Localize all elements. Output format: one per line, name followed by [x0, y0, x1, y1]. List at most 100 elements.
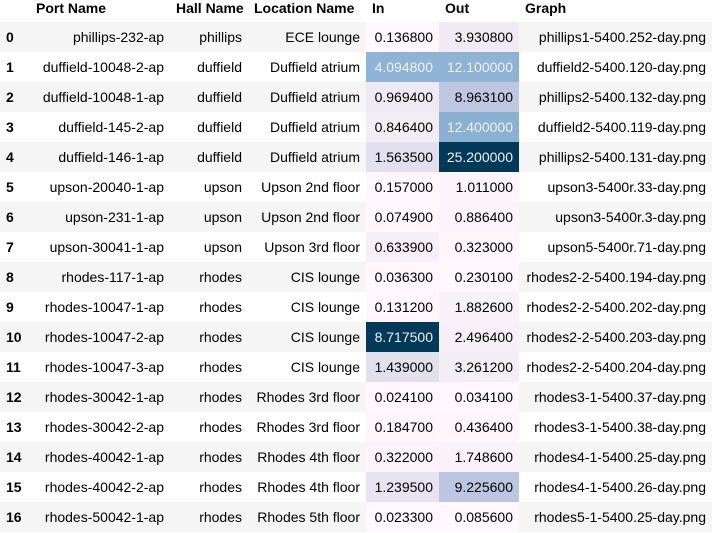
- location-name-cell: CIS lounge: [290, 299, 360, 315]
- hall-name-cell: duffield: [197, 89, 242, 105]
- table-header: Port Name Hall Name Location Name In Out…: [0, 0, 712, 22]
- table-row: 7 upson-30041-1-ap upson Upson 3rd floor 0.6…: [0, 232, 712, 262]
- hall-name-cell: duffield: [197, 59, 242, 75]
- header-hall-name: Hall Name: [176, 0, 244, 16]
- in-value-cell: 1.563500: [366, 142, 439, 172]
- location-name-cell: Duffield atrium: [269, 59, 360, 75]
- header-port-name: Port Name: [36, 0, 107, 16]
- hall-name-cell: rhodes: [199, 269, 242, 285]
- port-name-cell: rhodes-10047-2-ap: [44, 329, 164, 345]
- hall-name-cell: upson: [203, 179, 242, 195]
- graph-file-cell: rhodes4-1-5400.26-day.png: [534, 479, 706, 495]
- row-index-cell: 13: [6, 419, 22, 435]
- graph-file-cell: rhodes2-2-5400.202-day.png: [526, 299, 706, 315]
- out-value-cell: 1.882600: [439, 292, 519, 322]
- port-name-cell: duffield-10048-2-ap: [42, 59, 164, 75]
- row-index-cell: 8: [6, 269, 14, 285]
- in-value-cell: 1.239500: [366, 472, 439, 502]
- out-value-cell: 8.963100: [439, 82, 519, 112]
- hall-name-cell: rhodes: [199, 389, 242, 405]
- row-index-cell: 14: [6, 449, 22, 465]
- hall-name-cell: rhodes: [199, 299, 242, 315]
- port-name-cell: duffield-10048-1-ap: [42, 89, 164, 105]
- row-index-cell: 0: [6, 29, 14, 45]
- graph-file-cell: upson5-5400r.71-day.png: [547, 239, 706, 255]
- location-name-cell: CIS lounge: [290, 329, 360, 345]
- port-name-cell: rhodes-40042-1-ap: [44, 449, 164, 465]
- graph-file-cell: rhodes3-1-5400.37-day.png: [534, 389, 706, 405]
- port-name-cell: rhodes-50042-1-ap: [44, 509, 164, 525]
- location-name-cell: Rhodes 5th floor: [257, 509, 360, 525]
- row-index-cell: 6: [6, 209, 14, 225]
- in-value-cell: 0.136800: [366, 22, 439, 52]
- port-name-cell: upson-20040-1-ap: [49, 179, 164, 195]
- in-value-cell: 0.969400: [366, 82, 439, 112]
- in-value-cell: 4.094800: [366, 52, 439, 82]
- header-location-name: Location Name: [254, 0, 355, 16]
- table-row: 6 upson-231-1-ap upson Upson 2nd floor 0.074…: [0, 202, 712, 232]
- port-name-cell: rhodes-117-1-ap: [61, 269, 164, 285]
- in-value-cell: 0.633900: [366, 232, 439, 262]
- location-name-cell: Rhodes 4th floor: [257, 479, 360, 495]
- graph-file-cell: duffield2-5400.119-day.png: [537, 119, 706, 135]
- in-value-cell: 0.131200: [366, 292, 439, 322]
- hall-name-cell: duffield: [197, 119, 242, 135]
- hall-name-cell: upson: [203, 239, 242, 255]
- out-value-cell: 25.200000: [439, 142, 519, 172]
- graph-file-cell: upson3-5400r.33-day.png: [547, 179, 706, 195]
- port-name-cell: rhodes-10047-1-ap: [44, 299, 164, 315]
- out-value-cell: 0.323000: [439, 232, 519, 262]
- table-row: 9 rhodes-10047-1-ap rhodes CIS lounge 0.1312…: [0, 292, 712, 322]
- hall-name-cell: upson: [203, 209, 242, 225]
- graph-file-cell: phillips2-5400.132-day.png: [538, 89, 706, 105]
- out-value-cell: 0.230100: [439, 262, 519, 292]
- graph-file-cell: rhodes4-1-5400.25-day.png: [534, 449, 706, 465]
- graph-file-cell: rhodes3-1-5400.38-day.png: [534, 419, 706, 435]
- port-name-cell: rhodes-10047-3-ap: [44, 359, 164, 375]
- table-row: 2 duffield-10048-1-ap duffield Duffield atr…: [0, 82, 712, 112]
- port-name-cell: rhodes-30042-1-ap: [44, 389, 164, 405]
- hall-name-cell: phillips: [199, 29, 242, 45]
- table-row: 11 rhodes-10047-3-ap rhodes CIS lounge 1.439…: [0, 352, 712, 382]
- in-value-cell: 0.036300: [366, 262, 439, 292]
- hall-name-cell: duffield: [197, 149, 242, 165]
- row-index-cell: 9: [6, 299, 14, 315]
- row-index-cell: 10: [6, 329, 22, 345]
- out-value-cell: 1.748600: [439, 442, 519, 472]
- graph-file-cell: rhodes2-2-5400.203-day.png: [526, 329, 706, 345]
- table-row: 8 rhodes-117-1-ap rhodes CIS lounge 0.036300…: [0, 262, 712, 292]
- location-name-cell: Upson 2nd floor: [261, 179, 360, 195]
- row-index-cell: 5: [6, 179, 14, 195]
- hall-name-cell: rhodes: [199, 419, 242, 435]
- table-row: 13 rhodes-30042-2-ap rhodes Rhodes 3rd floo…: [0, 412, 712, 442]
- table-body: 0 phillips-232-ap phillips ECE lounge 0.1368…: [0, 22, 712, 532]
- header-row: Port Name Hall Name Location Name In Out…: [0, 0, 712, 22]
- port-name-cell: upson-30041-1-ap: [49, 239, 164, 255]
- location-name-cell: Rhodes 4th floor: [257, 449, 360, 465]
- out-value-cell: 1.011000: [439, 172, 519, 202]
- out-value-cell: 2.496400: [439, 322, 519, 352]
- out-value-cell: 0.034100: [439, 382, 519, 412]
- hall-name-cell: rhodes: [199, 449, 242, 465]
- data-table: Port Name Hall Name Location Name In Out…: [0, 0, 712, 532]
- location-name-cell: Upson 3rd floor: [264, 239, 360, 255]
- in-value-cell: 0.024100: [366, 382, 439, 412]
- row-index-cell: 7: [6, 239, 14, 255]
- table-row: 14 rhodes-40042-1-ap rhodes Rhodes 4th floo…: [0, 442, 712, 472]
- hall-name-cell: rhodes: [199, 329, 242, 345]
- out-value-cell: 0.436400: [439, 412, 519, 442]
- graph-file-cell: rhodes2-2-5400.204-day.png: [526, 359, 706, 375]
- location-name-cell: Upson 2nd floor: [261, 209, 360, 225]
- table-row: 0 phillips-232-ap phillips ECE lounge 0.1368…: [0, 22, 712, 52]
- row-index-cell: 16: [6, 509, 22, 525]
- location-name-cell: Rhodes 3rd floor: [256, 419, 360, 435]
- row-index-cell: 4: [6, 149, 14, 165]
- hall-name-cell: rhodes: [199, 359, 242, 375]
- in-value-cell: 0.322000: [366, 442, 439, 472]
- row-index-cell: 3: [6, 119, 14, 135]
- port-name-cell: upson-231-1-ap: [65, 209, 164, 225]
- row-index-cell: 2: [6, 89, 14, 105]
- table-row: 15 rhodes-40042-2-ap rhodes Rhodes 4th floo…: [0, 472, 712, 502]
- table-row: 16 rhodes-50042-1-ap rhodes Rhodes 5th floo…: [0, 502, 712, 532]
- graph-file-cell: upson3-5400r.3-day.png: [555, 209, 706, 225]
